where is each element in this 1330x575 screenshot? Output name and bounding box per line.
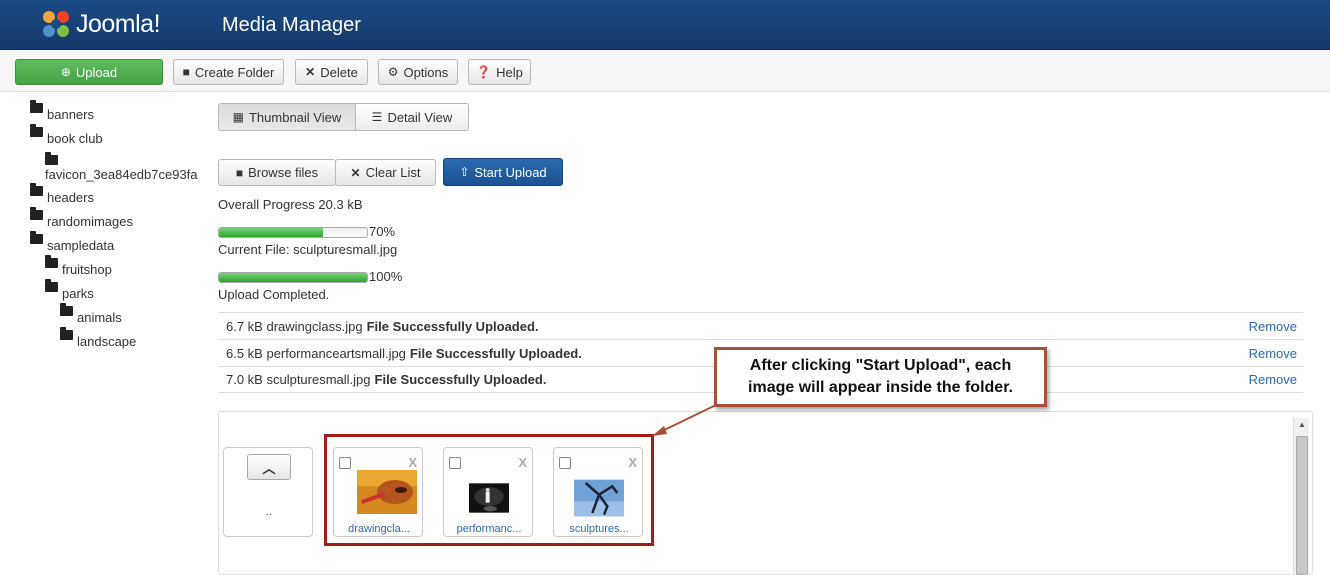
tree-item-randomimages[interactable]: randomimages <box>30 207 133 229</box>
close-icon: ✕ <box>350 165 361 180</box>
tree-item-label: landscape <box>77 334 137 349</box>
current-file-text: Current File: sculpturesmall.jpg <box>218 242 398 257</box>
delete-label: Delete <box>320 64 358 80</box>
file-status: File Successfully Uploaded. <box>374 372 547 387</box>
folder-icon: ■ <box>235 165 244 180</box>
upload-button[interactable]: ⊕ Upload <box>15 59 163 85</box>
tree-item-landscape[interactable]: landscape <box>60 327 137 349</box>
overall-progress-text: Overall Progress 20.3 kB <box>218 197 363 212</box>
header-bar: Joomla! Media Manager <box>0 0 1330 50</box>
total-progress-fill <box>219 273 367 282</box>
scroll-thumb[interactable] <box>1296 436 1308 575</box>
list-icon: ☰ <box>371 110 383 124</box>
browse-files-label: Browse files <box>248 165 319 180</box>
tree-item-book-club[interactable]: book club <box>30 124 103 146</box>
remove-link[interactable]: Remove <box>1249 346 1297 361</box>
help-button[interactable]: ❓ Help <box>468 59 531 85</box>
file-status: File Successfully Uploaded. <box>409 345 582 361</box>
start-upload-label: Start Upload <box>474 164 547 180</box>
folder-icon <box>45 255 58 268</box>
tree-item-label: headers <box>47 190 94 205</box>
tree-item-fruitshop[interactable]: fruitshop <box>45 255 112 277</box>
tab-detail-view[interactable]: ☰ Detail View <box>355 104 468 130</box>
callout-text: After clicking "Start Upload", each imag… <box>748 357 1013 396</box>
clear-list-label: Clear List <box>365 165 421 180</box>
start-upload-button[interactable]: ⇧ Start Upload <box>443 158 563 186</box>
file-progress-fill <box>219 228 323 237</box>
tree-item-label: favicon_3ea84edb7ce93fa <box>45 167 198 182</box>
chevron-up-icon[interactable]: ︿ <box>247 454 291 480</box>
list-item: 6.7 kB drawingclass.jpg File Successfull… <box>218 312 1303 339</box>
tree-item-sampledata[interactable]: sampledata <box>30 231 115 253</box>
folder-icon <box>60 327 73 340</box>
tree-item-animals[interactable]: animals <box>60 303 122 325</box>
tree-item-label: randomimages <box>47 214 133 229</box>
create-folder-button[interactable]: ■ Create Folder <box>173 59 284 85</box>
tree-item-label: banners <box>47 107 94 122</box>
folder-icon: ■ <box>182 65 190 79</box>
upload-completed-text: Upload Completed. <box>218 287 330 302</box>
tree-item-label: parks <box>62 286 94 301</box>
options-button[interactable]: ⚙ Options <box>378 59 458 85</box>
folder-icon <box>30 231 43 244</box>
folder-icon <box>45 152 58 165</box>
clear-list-button[interactable]: ✕ Clear List <box>335 159 436 186</box>
file-info: 7.0 kB sculpturesmall.jpg <box>226 372 371 387</box>
folder-icon <box>60 303 73 316</box>
file-status: File Successfully Uploaded. <box>366 318 539 334</box>
parent-folder-item[interactable]: ︿ .. <box>223 447 313 537</box>
tab-detail-label: Detail View <box>387 109 453 125</box>
joomla-logo[interactable]: Joomla! <box>40 8 190 40</box>
total-progress-bar <box>218 272 368 283</box>
close-icon: ✕ <box>305 65 316 79</box>
remove-link[interactable]: Remove <box>1249 372 1297 387</box>
upload-icon: ⇧ <box>459 165 470 179</box>
folder-icon <box>30 183 43 196</box>
tab-thumbnail-label: Thumbnail View <box>248 109 342 125</box>
create-folder-label: Create Folder <box>194 64 275 80</box>
tree-item-banners[interactable]: banners <box>30 100 94 122</box>
view-switcher: ▦ Thumbnail View ☰ Detail View <box>218 103 469 131</box>
grid-icon: ▦ <box>232 110 244 124</box>
help-label: Help <box>496 64 523 80</box>
folder-icon <box>45 279 58 292</box>
media-scrollbar[interactable]: ▲ <box>1293 418 1309 575</box>
folder-icon <box>30 100 43 113</box>
plus-circle-icon: ⊕ <box>60 65 71 79</box>
tab-thumbnail-view[interactable]: ▦ Thumbnail View <box>219 104 356 130</box>
tree-item-label: book club <box>47 131 103 146</box>
annotation-callout: After clicking "Start Upload", each imag… <box>714 347 1047 407</box>
tree-item-favicon[interactable]: favicon_3ea84edb7ce93fa <box>45 152 198 182</box>
file-info: 6.5 kB performanceartsmall.jpg <box>226 345 406 361</box>
scroll-up-arrow-icon[interactable]: ▲ <box>1294 420 1310 432</box>
gear-icon: ⚙ <box>387 65 399 79</box>
tree-item-label: sampledata <box>47 238 115 253</box>
total-progress-percent: 100% <box>369 269 403 284</box>
tree-item-label: animals <box>77 310 122 325</box>
folder-icon <box>30 124 43 137</box>
annotation-highlight-box <box>324 434 654 546</box>
question-circle-icon: ❓ <box>476 65 492 79</box>
delete-button[interactable]: ✕ Delete <box>295 59 368 85</box>
page-title: Media Manager <box>222 14 361 36</box>
logo-text: Joomla! <box>76 10 161 38</box>
browse-files-button[interactable]: ■ Browse files <box>218 159 336 186</box>
tree-item-headers[interactable]: headers <box>30 183 94 205</box>
parent-folder-label: .. <box>265 504 273 518</box>
file-progress-bar <box>218 227 368 238</box>
file-info: 6.7 kB drawingclass.jpg <box>226 318 363 334</box>
folder-tree: banners book club favicon_3ea84edb7ce93f… <box>0 92 200 575</box>
folder-icon <box>30 207 43 220</box>
tree-item-label: fruitshop <box>62 262 112 277</box>
remove-link[interactable]: Remove <box>1249 319 1297 334</box>
tree-item-parks[interactable]: parks <box>45 279 94 301</box>
upload-button-label: Upload <box>75 64 118 80</box>
options-label: Options <box>403 64 449 80</box>
file-progress-percent: 70% <box>369 224 396 239</box>
toolbar: ⊕ Upload ■ Create Folder ✕ Delete ⚙ Opti… <box>0 50 1330 92</box>
joomla-logo-icon <box>43 11 69 37</box>
